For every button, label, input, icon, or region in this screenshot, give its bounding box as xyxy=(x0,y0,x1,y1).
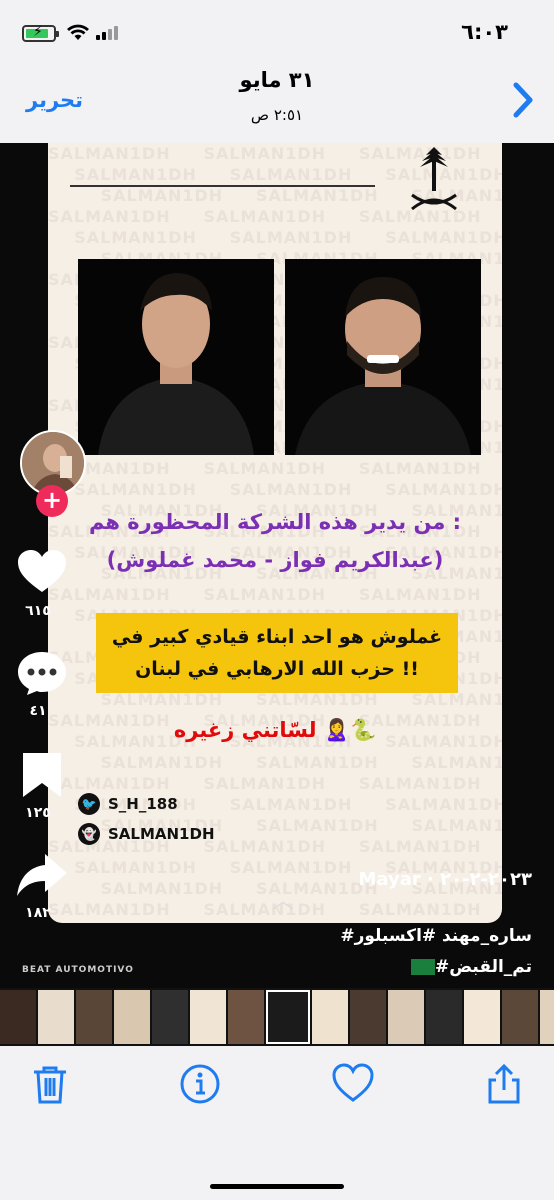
comment-count: ٤١ xyxy=(29,703,47,719)
filmstrip-thumb[interactable] xyxy=(114,990,150,1044)
heart-icon[interactable] xyxy=(15,548,69,596)
info-icon[interactable] xyxy=(178,1062,222,1106)
filmstrip-thumb[interactable] xyxy=(190,990,226,1044)
bookmark-icon[interactable] xyxy=(15,751,69,799)
portrait-photo-left xyxy=(78,259,274,455)
saudi-emblem-icon xyxy=(404,145,464,220)
filmstrip-thumb[interactable] xyxy=(540,990,554,1044)
filmstrip-thumb[interactable] xyxy=(388,990,424,1044)
filmstrip-thumb[interactable] xyxy=(38,990,74,1044)
red-caption: لسّاتني زغيره 🙎‍♀️🐍 xyxy=(173,718,377,742)
photo-date-title: ٣١ مايو xyxy=(239,68,315,92)
chevron-right-icon[interactable] xyxy=(512,82,534,126)
portrait-photo-right xyxy=(285,259,481,455)
filmstrip-thumb[interactable] xyxy=(426,990,462,1044)
filmstrip-thumb[interactable] xyxy=(76,990,112,1044)
filmstrip-thumb[interactable] xyxy=(0,990,36,1044)
status-bar: ⚡ ٦:٠٣ xyxy=(0,16,554,46)
like-count: ٦١٥ xyxy=(25,603,51,619)
hashtag-line-2[interactable]: #تم_القبض xyxy=(340,952,532,983)
author-line[interactable]: Mayar · ٢٠٢٣-٢-٢٠ xyxy=(358,869,532,890)
saudi-flag-icon xyxy=(410,959,435,975)
home-indicator xyxy=(210,1184,344,1189)
names-text: (عبدالكريم فواز - محمد غملوش) xyxy=(106,548,444,572)
filmstrip-thumb-selected[interactable] xyxy=(266,990,310,1044)
filmstrip-thumb[interactable] xyxy=(464,990,500,1044)
photo-content[interactable]: SALMAN1DH SALMAN1DH SALMAN1DH SALMAN1DH … xyxy=(0,143,554,988)
share-arrow-icon[interactable] xyxy=(15,851,69,899)
comment-icon[interactable] xyxy=(15,649,69,697)
highlight-line-2: حزب الله الارهابي في لبنان !! xyxy=(135,658,419,680)
photos-top-bar: ⚡ ٦:٠٣ تحرير ٣١ مايو ٢:٥١ ص xyxy=(0,0,554,143)
snapchat-handle: SALMAN1DH xyxy=(108,825,215,843)
photo-time-subtitle: ٢:٥١ ص xyxy=(250,106,304,124)
highlight-box: غملوش هو احد ابناء قيادي كبير في حزب الل… xyxy=(96,613,458,693)
filmstrip-thumb[interactable] xyxy=(312,990,348,1044)
tiktok-side-actions: + ٦١٥ ٤١ ١٢٥ ١٨٢ xyxy=(0,143,100,988)
photo-filmstrip[interactable] xyxy=(0,988,554,1046)
filmstrip-thumb[interactable] xyxy=(350,990,386,1044)
heart-icon[interactable] xyxy=(331,1062,375,1106)
follow-plus-button[interactable]: + xyxy=(36,485,68,517)
header-divider xyxy=(70,185,375,187)
twitter-handle: S_H_188 xyxy=(108,795,178,813)
post-image: SALMAN1DH SALMAN1DH SALMAN1DH SALMAN1DH … xyxy=(48,143,502,923)
save-count: ١٢٥ xyxy=(25,805,51,821)
music-tag: BEAT AUTOMOTIVO xyxy=(22,965,134,975)
cellular-signal-icon xyxy=(96,26,118,40)
status-time: ٦:٠٣ xyxy=(461,20,508,44)
filmstrip-thumb[interactable] xyxy=(228,990,264,1044)
wifi-icon xyxy=(66,22,90,46)
chevron-up-icon[interactable]: ︿ xyxy=(272,883,294,915)
question-text: من يدير هذه الشركة المحظورة هم : xyxy=(88,510,462,534)
battery-icon: ⚡ xyxy=(22,24,59,42)
share-count: ١٨٢ xyxy=(25,905,51,921)
bottom-toolbar xyxy=(0,1046,554,1200)
share-icon[interactable] xyxy=(482,1062,526,1106)
hashtags[interactable]: #ساره_مهند #اكسبلور #تم_القبض xyxy=(340,921,532,983)
filmstrip-thumb[interactable] xyxy=(152,990,188,1044)
filmstrip-thumb[interactable] xyxy=(502,990,538,1044)
trash-icon[interactable] xyxy=(28,1062,72,1106)
highlight-line-1: غملوش هو احد ابناء قيادي كبير في xyxy=(111,626,443,648)
hashtag-line-1[interactable]: #ساره_مهند #اكسبلور xyxy=(340,921,532,952)
